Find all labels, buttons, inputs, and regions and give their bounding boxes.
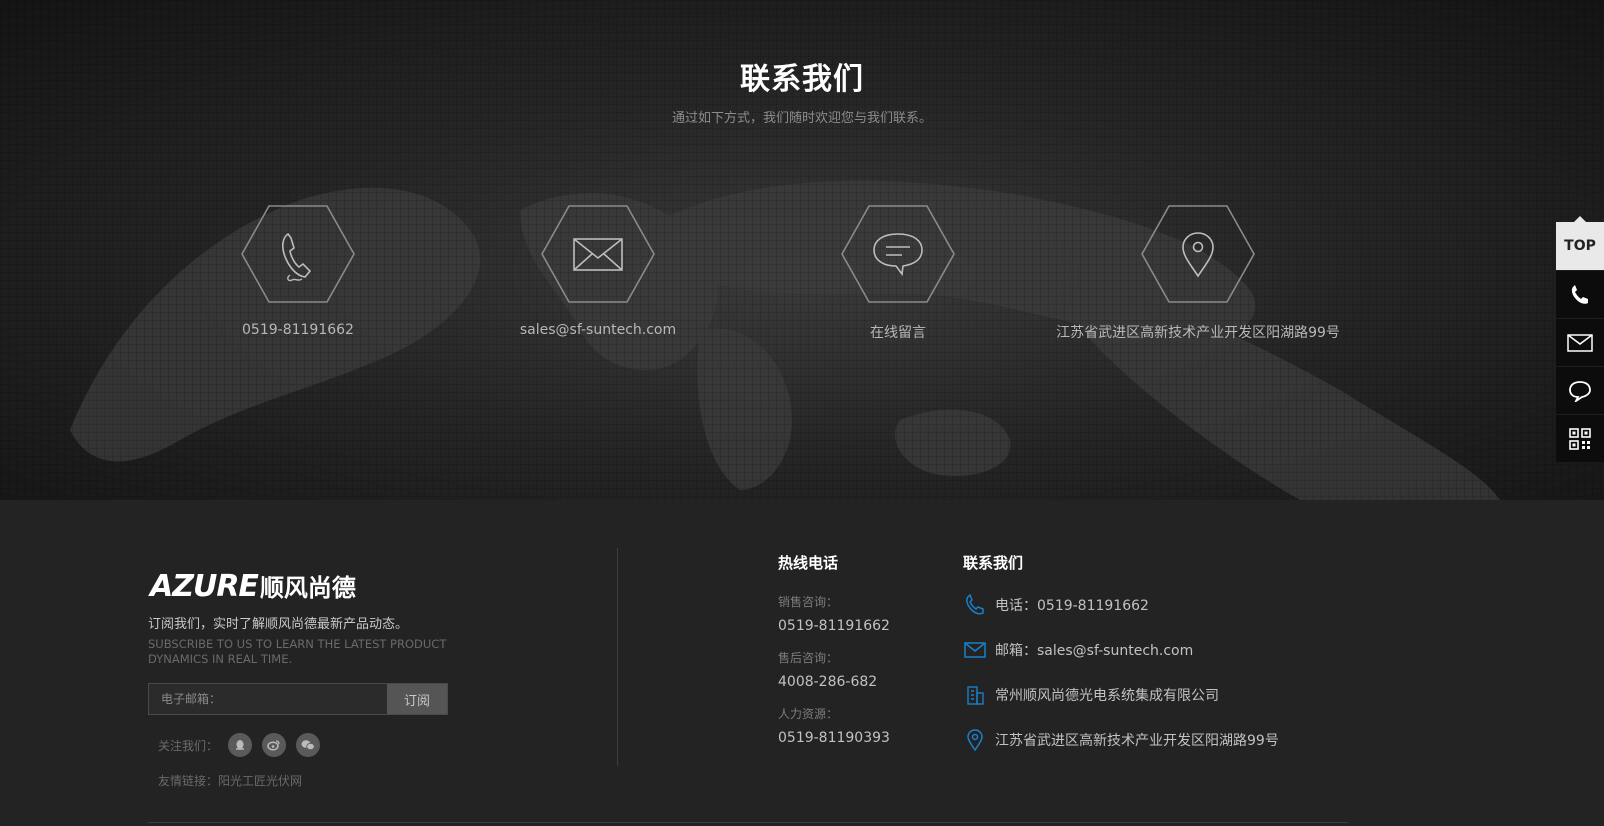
contact-column-title: 联系我们 bbox=[963, 554, 1024, 572]
contact-company-text: 常州顺风尚德光电系统集成有限公司 bbox=[995, 688, 1219, 704]
hotline-aftersales-number: 4008-286-682 bbox=[778, 674, 878, 690]
friend-links[interactable]: 友情链接：阳光工匠光伏网 bbox=[158, 772, 302, 789]
hotline-hr-label: 人力资源： bbox=[778, 707, 839, 721]
location-pin-icon bbox=[1141, 205, 1255, 303]
footer-bottom-divider bbox=[148, 822, 1348, 823]
contact-email-label: sales@sf-suntech.com bbox=[519, 322, 677, 338]
subscribe-text-en: SUBSCRIBE TO US TO LEARN THE LATEST PROD… bbox=[148, 637, 447, 666]
contact-item-message[interactable]: 在线留言 bbox=[748, 204, 1048, 342]
qr-code-icon bbox=[1569, 427, 1591, 450]
floating-side-bar: TOP bbox=[1556, 216, 1604, 462]
subscribe-email-input[interactable] bbox=[149, 684, 387, 714]
hotline-aftersales-label: 售后咨询： bbox=[778, 651, 839, 665]
contact-item-email[interactable]: sales@sf-suntech.com bbox=[448, 204, 748, 338]
chat-bubble-icon bbox=[1569, 380, 1591, 402]
contact-message-label: 在线留言 bbox=[870, 325, 926, 341]
envelope-icon bbox=[1567, 333, 1593, 352]
side-qr-button[interactable] bbox=[1556, 414, 1604, 462]
qq-icon[interactable] bbox=[228, 733, 253, 757]
location-pin-icon bbox=[963, 728, 987, 752]
subscribe-text-cn: 订阅我们，实时了解顺风尚德最新产品动态。 bbox=[148, 617, 409, 632]
side-email-button[interactable] bbox=[1556, 318, 1604, 366]
hotline-sales-number: 0519-81191662 bbox=[778, 618, 890, 634]
hotline-title: 热线电话 bbox=[778, 554, 839, 572]
envelope-icon bbox=[963, 638, 987, 662]
subscribe-form: 订阅 bbox=[148, 683, 448, 715]
footer-divider bbox=[617, 548, 618, 766]
weibo-icon[interactable] bbox=[262, 733, 287, 757]
contact-address-text: 江苏省武进区高新技术产业开发区阳湖路99号 bbox=[995, 733, 1279, 749]
contact-address-label: 江苏省武进区高新技术产业开发区阳湖路99号 bbox=[1056, 325, 1340, 341]
footer: AZURE顺风尚德 订阅我们，实时了解顺风尚德最新产品动态。 SUBSCRIBE… bbox=[0, 500, 1604, 826]
contact-item-phone[interactable]: 0519-81191662 bbox=[148, 204, 448, 338]
logo-text-cn: 顺风尚德 bbox=[259, 574, 356, 602]
brand-logo[interactable]: AZURE顺风尚德 bbox=[150, 568, 356, 604]
contact-title: 联系我们 bbox=[740, 62, 864, 97]
contact-column: 联系我们 电话：0519-81191662 邮箱：sales@sf-suntec… bbox=[963, 552, 1279, 752]
contact-email-text[interactable]: 邮箱：sales@sf-suntech.com bbox=[995, 640, 1193, 660]
side-phone-button[interactable] bbox=[1556, 270, 1604, 318]
contact-row-company: 常州顺风尚德光电系统集成有限公司 bbox=[963, 683, 1279, 707]
follow-us: 关注我们： bbox=[158, 733, 321, 757]
contact-item-address[interactable]: 江苏省武进区高新技术产业开发区阳湖路99号 bbox=[1048, 204, 1348, 342]
contact-phone-text: 电话：0519-81191662 bbox=[995, 598, 1149, 614]
side-message-button[interactable] bbox=[1556, 366, 1604, 414]
hotline-column: 热线电话 销售咨询： 0519-81191662 售后咨询： 4008-286-… bbox=[778, 552, 890, 746]
back-to-top-button[interactable]: TOP bbox=[1556, 216, 1604, 270]
wechat-icon[interactable] bbox=[296, 733, 321, 757]
chat-bubble-icon bbox=[841, 205, 955, 303]
phone-icon bbox=[1571, 284, 1588, 304]
subscribe-button[interactable]: 订阅 bbox=[387, 684, 447, 714]
phone-icon bbox=[963, 593, 987, 617]
logo-text-en: AZURE bbox=[150, 569, 259, 604]
phone-icon bbox=[241, 205, 355, 303]
contact-phone-label: 0519-81191662 bbox=[242, 322, 354, 338]
envelope-icon bbox=[541, 205, 655, 303]
building-icon bbox=[963, 683, 987, 707]
hotline-sales-label: 销售咨询： bbox=[778, 595, 839, 609]
follow-label: 关注我们： bbox=[158, 738, 219, 753]
hotline-hr-number: 0519-81190393 bbox=[778, 730, 890, 746]
contact-row-address: 江苏省武进区高新技术产业开发区阳湖路99号 bbox=[963, 728, 1279, 752]
contact-subtitle: 通过如下方式，我们随时欢迎您与我们联系。 bbox=[671, 111, 932, 126]
contact-row-email: 邮箱：sales@sf-suntech.com bbox=[963, 638, 1279, 662]
contact-section: 联系我们 通过如下方式，我们随时欢迎您与我们联系。 0519-81191662 … bbox=[0, 0, 1604, 500]
contact-row-phone: 电话：0519-81191662 bbox=[963, 593, 1279, 617]
